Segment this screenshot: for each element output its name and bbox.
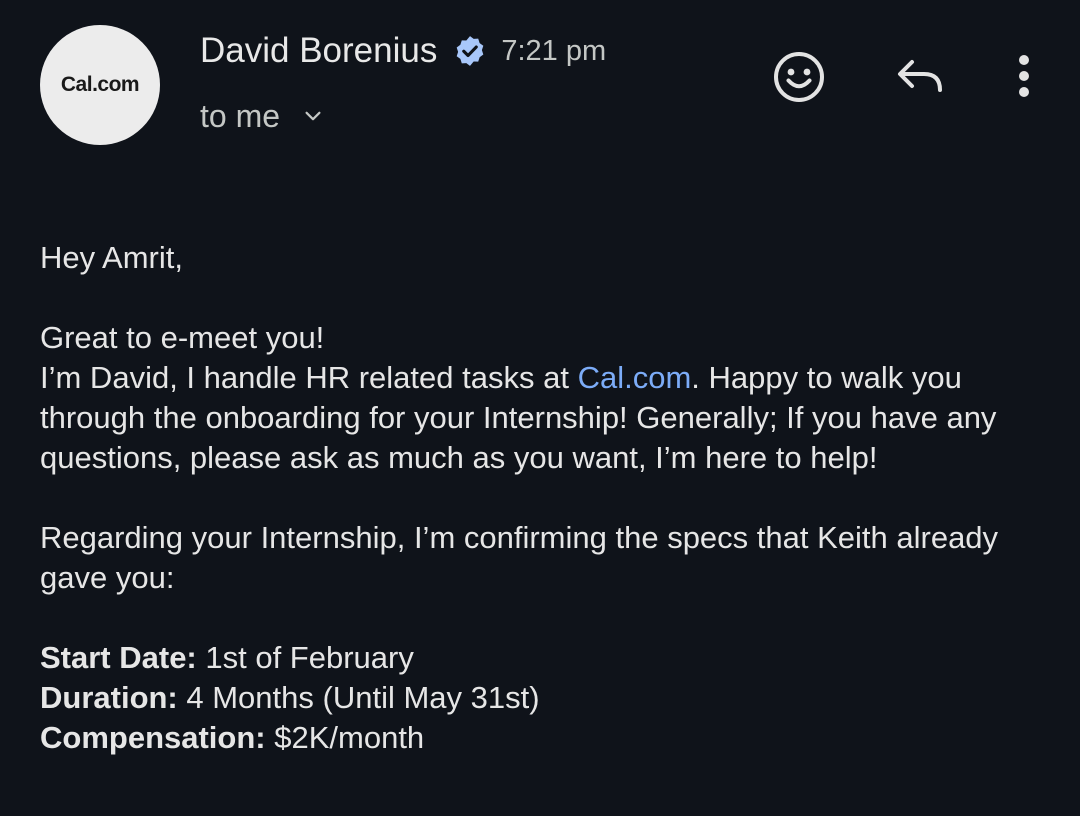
verified-badge-icon (453, 34, 487, 68)
recipient-toggle[interactable]: to me (200, 94, 324, 138)
spec-compensation: Compensation: $2K/month (40, 718, 1050, 758)
spec-start-date: Start Date: 1st of February (40, 638, 1050, 678)
spec-label: Start Date: (40, 640, 197, 675)
spec-duration: Duration: 4 Months (Until May 31st) (40, 678, 1050, 718)
intro-line: Great to e-meet you! (40, 320, 325, 355)
intro-paragraph: I’m David, I handle HR related tasks at … (40, 358, 1050, 478)
more-vertical-icon (1019, 55, 1029, 97)
spec-value: 4 Months (Until May 31st) (177, 680, 540, 715)
sender-row: David Borenius 7:21 pm (200, 28, 606, 74)
internship-paragraph: Regarding your Internship, I’m confirmin… (40, 520, 999, 595)
intro-text-before-link: I’m David, I handle HR related tasks at (40, 360, 578, 395)
received-time: 7:21 pm (501, 34, 607, 67)
recipient-label: to me (200, 97, 281, 134)
chevron-down-icon (302, 105, 324, 127)
sender-name[interactable]: David Borenius (200, 31, 437, 71)
avatar-logo-text: Cal.com (60, 73, 140, 96)
spec-label: Duration: (40, 680, 178, 715)
more-options-button[interactable] (997, 50, 1051, 104)
spec-value: $2K/month (265, 720, 425, 755)
email-body: Hey Amrit, Great to e-meet you! I’m Davi… (40, 238, 1050, 758)
add-reaction-icon (774, 52, 824, 102)
greeting: Hey Amrit, (40, 240, 183, 275)
spec-value: 1st of February (196, 640, 414, 675)
reply-button[interactable] (894, 50, 948, 104)
spec-label: Compensation: (40, 720, 266, 755)
cal-com-link[interactable]: Cal.com (578, 360, 692, 395)
reply-icon (898, 60, 942, 92)
sender-avatar[interactable]: Cal.com (40, 25, 160, 145)
add-reaction-button[interactable] (772, 50, 826, 104)
